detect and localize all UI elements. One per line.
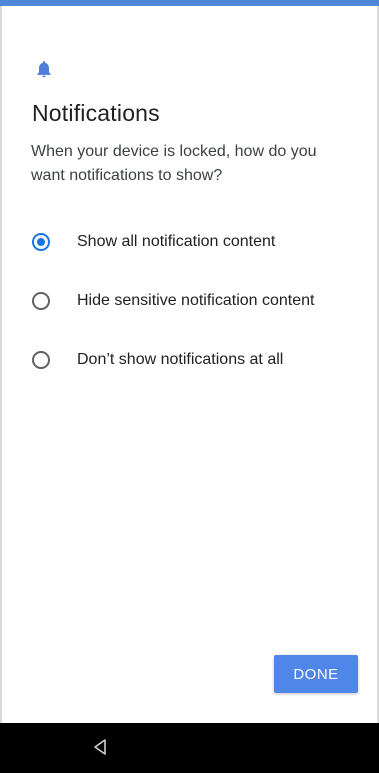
- page-title: Notifications: [32, 100, 160, 126]
- radio-button[interactable]: [32, 351, 50, 369]
- page-subtitle: When your device is locked, how do you w…: [31, 143, 317, 184]
- option-label: Hide sensitive notification content: [77, 292, 315, 309]
- option-dont-show[interactable]: Don’t show notifications at all: [28, 345, 358, 375]
- radio-button-selected[interactable]: [32, 233, 50, 251]
- status-accent-bar: [0, 0, 379, 6]
- back-triangle-icon[interactable]: [91, 738, 109, 756]
- navigation-bar: [0, 723, 379, 773]
- option-show-all[interactable]: Show all notification content: [28, 227, 358, 257]
- radio-button[interactable]: [32, 292, 50, 310]
- left-screen-edge: [0, 6, 2, 723]
- option-hide-sensitive[interactable]: Hide sensitive notification content: [28, 286, 358, 316]
- option-label: Don’t show notifications at all: [77, 351, 284, 368]
- done-button[interactable]: DONE: [274, 655, 358, 693]
- bell-icon: [37, 61, 51, 78]
- option-label: Show all notification content: [77, 233, 276, 250]
